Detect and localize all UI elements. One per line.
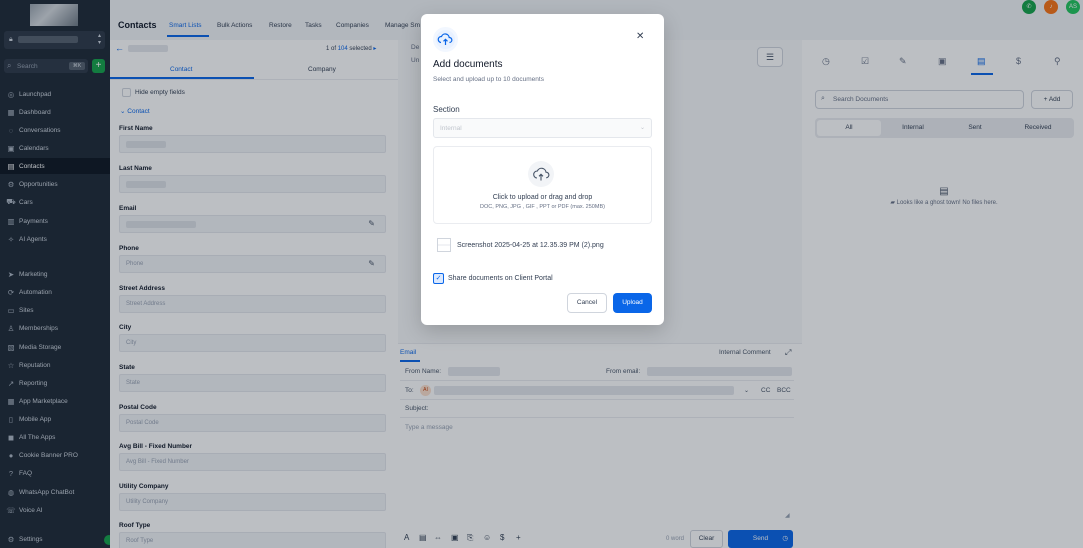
chevron-down-icon: ⌄: [639, 125, 645, 131]
section-label: Section: [433, 105, 460, 114]
selected-file: Screenshot 2025-04-25 at 12.35.39 PM (2)…: [437, 238, 604, 252]
section-select-value: Internal: [440, 125, 462, 132]
share-portal-checkbox[interactable]: ✓: [433, 273, 444, 284]
share-portal-label[interactable]: Share documents on Client Portal: [448, 275, 553, 282]
close-icon[interactable]: ✕: [636, 31, 644, 42]
upload-icon: [528, 161, 554, 187]
upload-button[interactable]: Upload: [613, 293, 652, 313]
file-thumbnail-icon: [437, 238, 451, 252]
modal-subtitle: Select and upload up to 10 documents: [433, 76, 544, 83]
dropzone-formats: DOC, PNG, JPG , GIF , PPT or PDF (max. 2…: [480, 204, 605, 210]
section-select[interactable]: Internal ⌄: [433, 118, 652, 138]
file-name: Screenshot 2025-04-25 at 12.35.39 PM (2)…: [457, 241, 604, 249]
dropzone-text: Click to upload or drag and drop: [492, 194, 593, 201]
add-documents-modal: ✕ Add documents Select and upload up to …: [421, 14, 664, 325]
cancel-button[interactable]: Cancel: [567, 293, 607, 313]
upload-cloud-icon: [433, 27, 458, 52]
modal-title: Add documents: [433, 59, 503, 70]
